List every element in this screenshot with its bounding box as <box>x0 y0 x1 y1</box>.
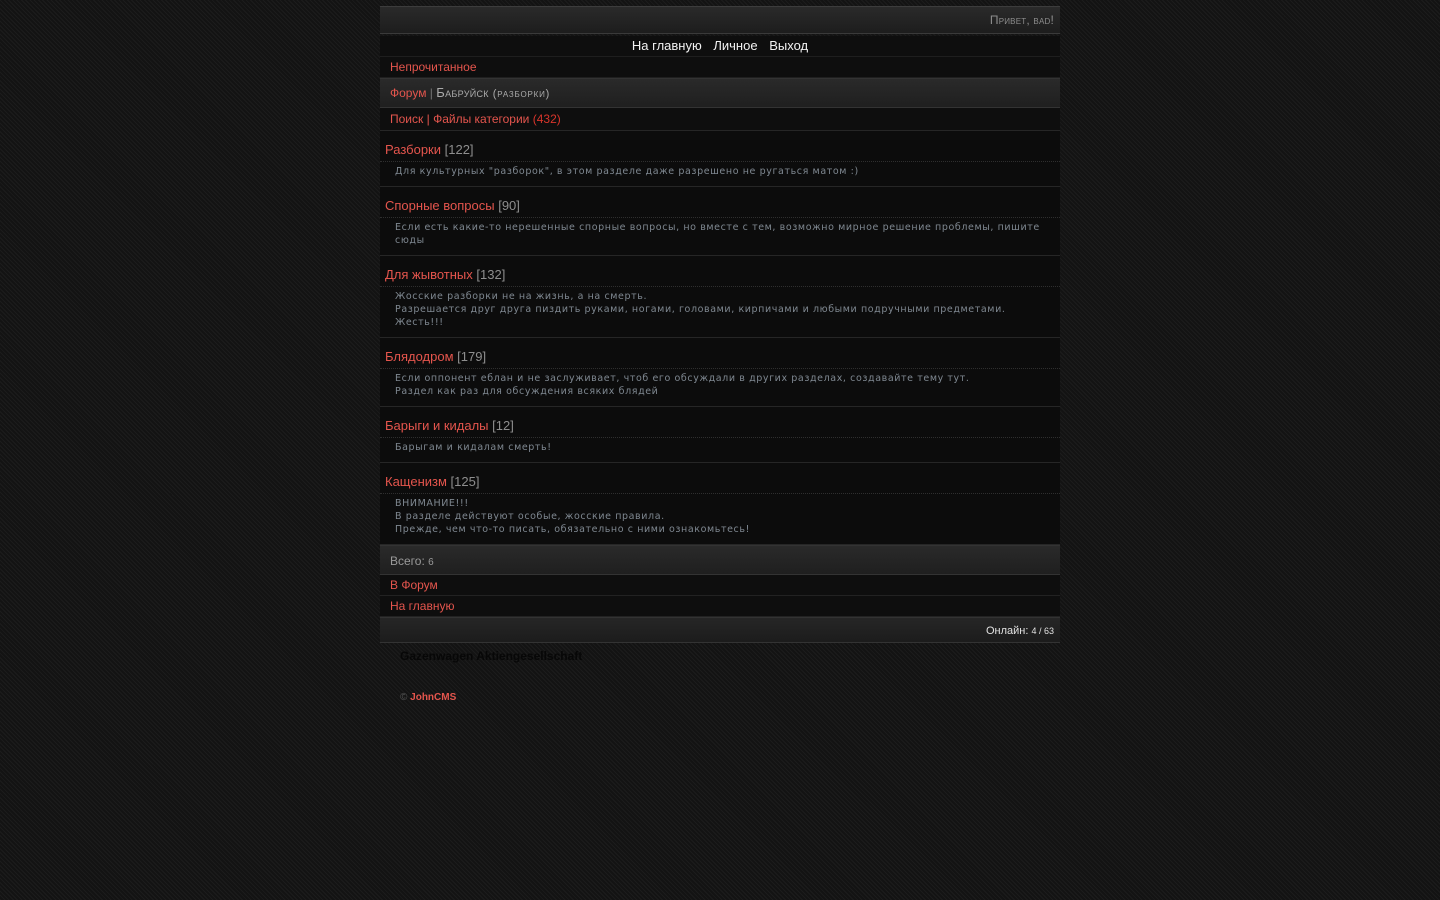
section-link[interactable]: Барыги и кидалы <box>385 418 489 433</box>
section-description: Если есть какие-то нерешенные спорные во… <box>380 218 1060 247</box>
description-line: Если есть какие-то нерешенные спорные во… <box>395 222 1040 246</box>
section-link[interactable]: Спорные вопросы <box>385 198 495 213</box>
copyright-symbol: © <box>400 692 408 703</box>
forum-section: Кащенизм [125] ВНИМАНИЕ!!! В разделе дей… <box>380 463 1060 545</box>
nav-personal-link[interactable]: Личное <box>713 38 757 53</box>
header-bar: Привет, bad! <box>380 6 1060 34</box>
online-label: Онлайн: <box>985 625 1029 637</box>
description-line: ВНИМАНИЕ!!! <box>395 498 469 509</box>
section-description: Барыгам и кидалам смерть! <box>380 438 1060 454</box>
unread-link[interactable]: Непрочитанное <box>390 60 477 74</box>
section-link[interactable]: Кащенизм <box>385 474 447 489</box>
description-line: Если оппонент еблан и не заслуживает, чт… <box>395 373 970 384</box>
section-description: Для культурных "разборок", в этом раздел… <box>380 162 1060 178</box>
copyright: © JohnCMS <box>380 692 1060 703</box>
main-nav: На главную Личное Выход <box>380 36 1060 57</box>
section-header: Разборки [122] <box>380 141 1060 162</box>
section-description: Если оппонент еблан и не заслуживает, чт… <box>380 369 1060 398</box>
description-line: Для культурных "разборок", в этом раздел… <box>395 166 859 177</box>
user-greeting: Привет, bad! <box>989 13 1054 27</box>
breadcrumb: Форум | Бабруйск (разборки) <box>380 78 1060 108</box>
description-line: В разделе действуют особые, жосские прав… <box>395 511 665 522</box>
nav-home-link[interactable]: На главную <box>632 38 702 53</box>
topic-count: [12] <box>492 418 514 433</box>
category-subtitle: (разборки) <box>492 88 551 100</box>
to-home-row: На главную <box>380 596 1060 617</box>
johncms-link[interactable]: JohnCMS <box>410 692 456 703</box>
section-header: Спорные вопросы [90] <box>380 197 1060 218</box>
forum-section: Блядодром [179] Если оппонент еблан и не… <box>380 338 1060 407</box>
section-header: Кащенизм [125] <box>380 473 1060 494</box>
to-forum-row: В Форум <box>380 575 1060 596</box>
section-header: Блядодром [179] <box>380 348 1060 369</box>
section-description: ВНИМАНИЕ!!! В разделе действуют особые, … <box>380 494 1060 536</box>
description-line: Жосские разборки не на жизнь, а на смерт… <box>395 291 648 302</box>
description-line: Разрешается друг друга пиздить руками, н… <box>395 304 1006 315</box>
to-forum-link[interactable]: В Форум <box>390 578 438 592</box>
topic-count: [90] <box>498 198 520 213</box>
total-label: Всего: <box>390 554 425 568</box>
description-line: Жесть!!! <box>395 317 444 328</box>
to-home-link[interactable]: На главную <box>390 599 454 613</box>
topic-count: [122] <box>444 142 474 157</box>
category-files-label: Файлы категории <box>433 112 530 126</box>
online-link[interactable]: Онлайн: 4 / 63 <box>986 625 1054 637</box>
online-bar: Онлайн: 4 / 63 <box>380 617 1060 643</box>
category-tools: Поиск | Файлы категории (432) <box>380 108 1060 131</box>
category-files-count: (432) <box>532 112 561 126</box>
online-count: 4 / 63 <box>1031 626 1054 636</box>
section-link[interactable]: Для жывотных <box>385 267 473 282</box>
description-line: Раздел как раз для обсуждения всяких бля… <box>395 386 659 397</box>
breadcrumb-separator: | <box>429 86 433 100</box>
section-header: Барыги и кидалы [12] <box>380 417 1060 438</box>
topic-count: [179] <box>457 349 487 364</box>
total-bar: Всего: 6 <box>380 545 1060 575</box>
page-container: Привет, bad! На главную Личное Выход Неп… <box>380 6 1060 703</box>
category-files-link[interactable]: Файлы категории (432) <box>433 112 561 126</box>
section-link[interactable]: Блядодром <box>385 349 454 364</box>
nav-logout-link[interactable]: Выход <box>769 38 808 53</box>
topic-count: [132] <box>476 267 506 282</box>
tools-separator: | <box>426 112 430 126</box>
forum-section: Для жывотных [132] Жосские разборки не н… <box>380 256 1060 338</box>
total-value: 6 <box>428 557 434 568</box>
section-header: Для жывотных [132] <box>380 266 1060 287</box>
section-link[interactable]: Разборки <box>385 142 441 157</box>
topic-count: [125] <box>450 474 480 489</box>
description-line: Прежде, чем что-то писать, обязательно с… <box>395 524 750 535</box>
forum-section: Барыги и кидалы [12] Барыгам и кидалам с… <box>380 407 1060 463</box>
breadcrumb-forum-link[interactable]: Форум <box>390 86 426 100</box>
description-line: Барыгам и кидалам смерть! <box>395 442 552 453</box>
search-link[interactable]: Поиск <box>390 112 423 126</box>
site-brand: Gazenwagen Aktiengesellschaft <box>400 649 583 663</box>
forum-section: Разборки [122] Для культурных "разборок"… <box>380 131 1060 187</box>
forum-section: Спорные вопросы [90] Если есть какие-то … <box>380 187 1060 256</box>
category-title: Бабруйск (разборки) <box>436 85 550 100</box>
category-name: Бабруйск <box>436 85 489 100</box>
unread-row: Непрочитанное <box>380 57 1060 78</box>
section-description: Жосские разборки не на жизнь, а на смерт… <box>380 287 1060 329</box>
